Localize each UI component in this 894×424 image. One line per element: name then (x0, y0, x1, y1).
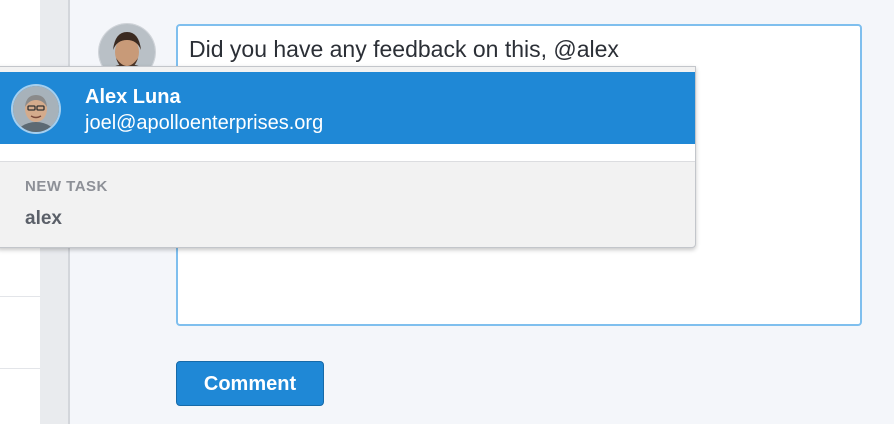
list-divider (0, 368, 40, 369)
list-divider (0, 296, 40, 297)
suggestion-email: joel@apolloenterprises.org (85, 112, 324, 134)
comment-input-text: Did you have any feedback on this, @alex (189, 36, 619, 62)
comment-button[interactable]: Comment (176, 361, 324, 406)
mention-suggestion-alex-luna[interactable]: Alex Luna joel@apolloenterprises.org (0, 72, 695, 144)
dropdown-divider (0, 144, 695, 162)
new-task-heading: NEW TASK (25, 178, 108, 195)
suggestion-avatar (13, 86, 59, 132)
suggestion-name: Alex Luna (85, 86, 181, 108)
new-task-option[interactable]: alex (25, 208, 62, 230)
mention-dropdown: Alex Luna joel@apolloenterprises.org NEW… (0, 66, 696, 248)
